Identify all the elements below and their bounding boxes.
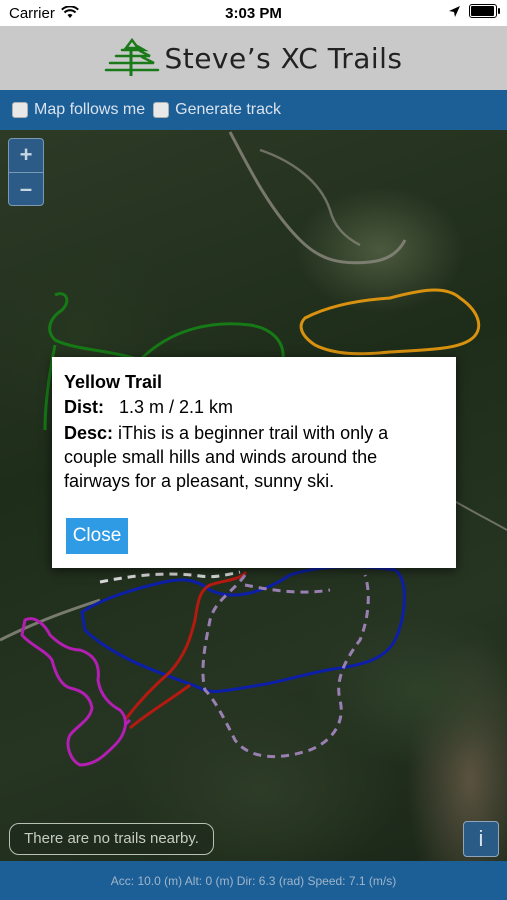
nearby-trails-message: There are no trails nearby.: [9, 823, 214, 855]
battery-icon: [469, 4, 500, 18]
location-arrow-icon: [449, 5, 460, 17]
clock: 3:03 PM: [225, 5, 282, 22]
map-follows-label[interactable]: Map follows me: [34, 101, 145, 119]
trail-distance: Dist: 1.3 m / 2.1 km: [64, 397, 233, 418]
app-logo: Steve’s XC Trails: [104, 38, 402, 78]
status-bar: Carrier 3:03 PM: [0, 0, 507, 26]
trail-orange[interactable]: [299, 288, 481, 356]
trail-blue[interactable]: [80, 565, 406, 693]
generate-track-checkbox[interactable]: [153, 102, 170, 118]
trail-info-popup: Yellow Trail Dist: 1.3 m / 2.1 km Desc: …: [52, 357, 456, 568]
trail-description: Desc: iThis is a beginner trail with onl…: [64, 421, 442, 493]
app-header: Steve’s XC Trails: [0, 26, 507, 90]
popup-title: Yellow Trail: [64, 372, 163, 392]
battery-fill: [471, 6, 495, 16]
status-icons: [448, 4, 500, 18]
generate-track-label[interactable]: Generate track: [175, 101, 281, 119]
trail-purple[interactable]: [20, 617, 132, 767]
desc-label: Desc:: [64, 423, 114, 443]
road: [259, 148, 361, 247]
map-follows-checkbox[interactable]: [12, 102, 28, 118]
zoom-out-button[interactable]: –: [9, 173, 43, 205]
options-toolbar: Map follows me Generate track: [0, 90, 507, 130]
sensor-readout: Acc: 10.0 (m) Alt: 0 (m) Dir: 6.3 (rad) …: [110, 873, 397, 888]
pine-tree-icon: [105, 38, 160, 76]
sensor-footer: Acc: 10.0 (m) Alt: 0 (m) Dir: 6.3 (rad) …: [0, 861, 507, 900]
zoom-in-button[interactable]: +: [9, 139, 43, 173]
dist-value: 1.3 m / 2.1 km: [119, 397, 234, 417]
dist-label: Dist:: [64, 397, 104, 417]
road: [228, 131, 407, 265]
info-button[interactable]: i: [463, 821, 499, 857]
zoom-control: + –: [8, 138, 44, 206]
app-title: Steve’s XC Trails: [164, 41, 403, 75]
desc-value: iThis is a beginner trail with only a co…: [64, 423, 389, 491]
close-button[interactable]: Close: [66, 518, 128, 554]
trail-lavender[interactable]: [201, 574, 370, 759]
